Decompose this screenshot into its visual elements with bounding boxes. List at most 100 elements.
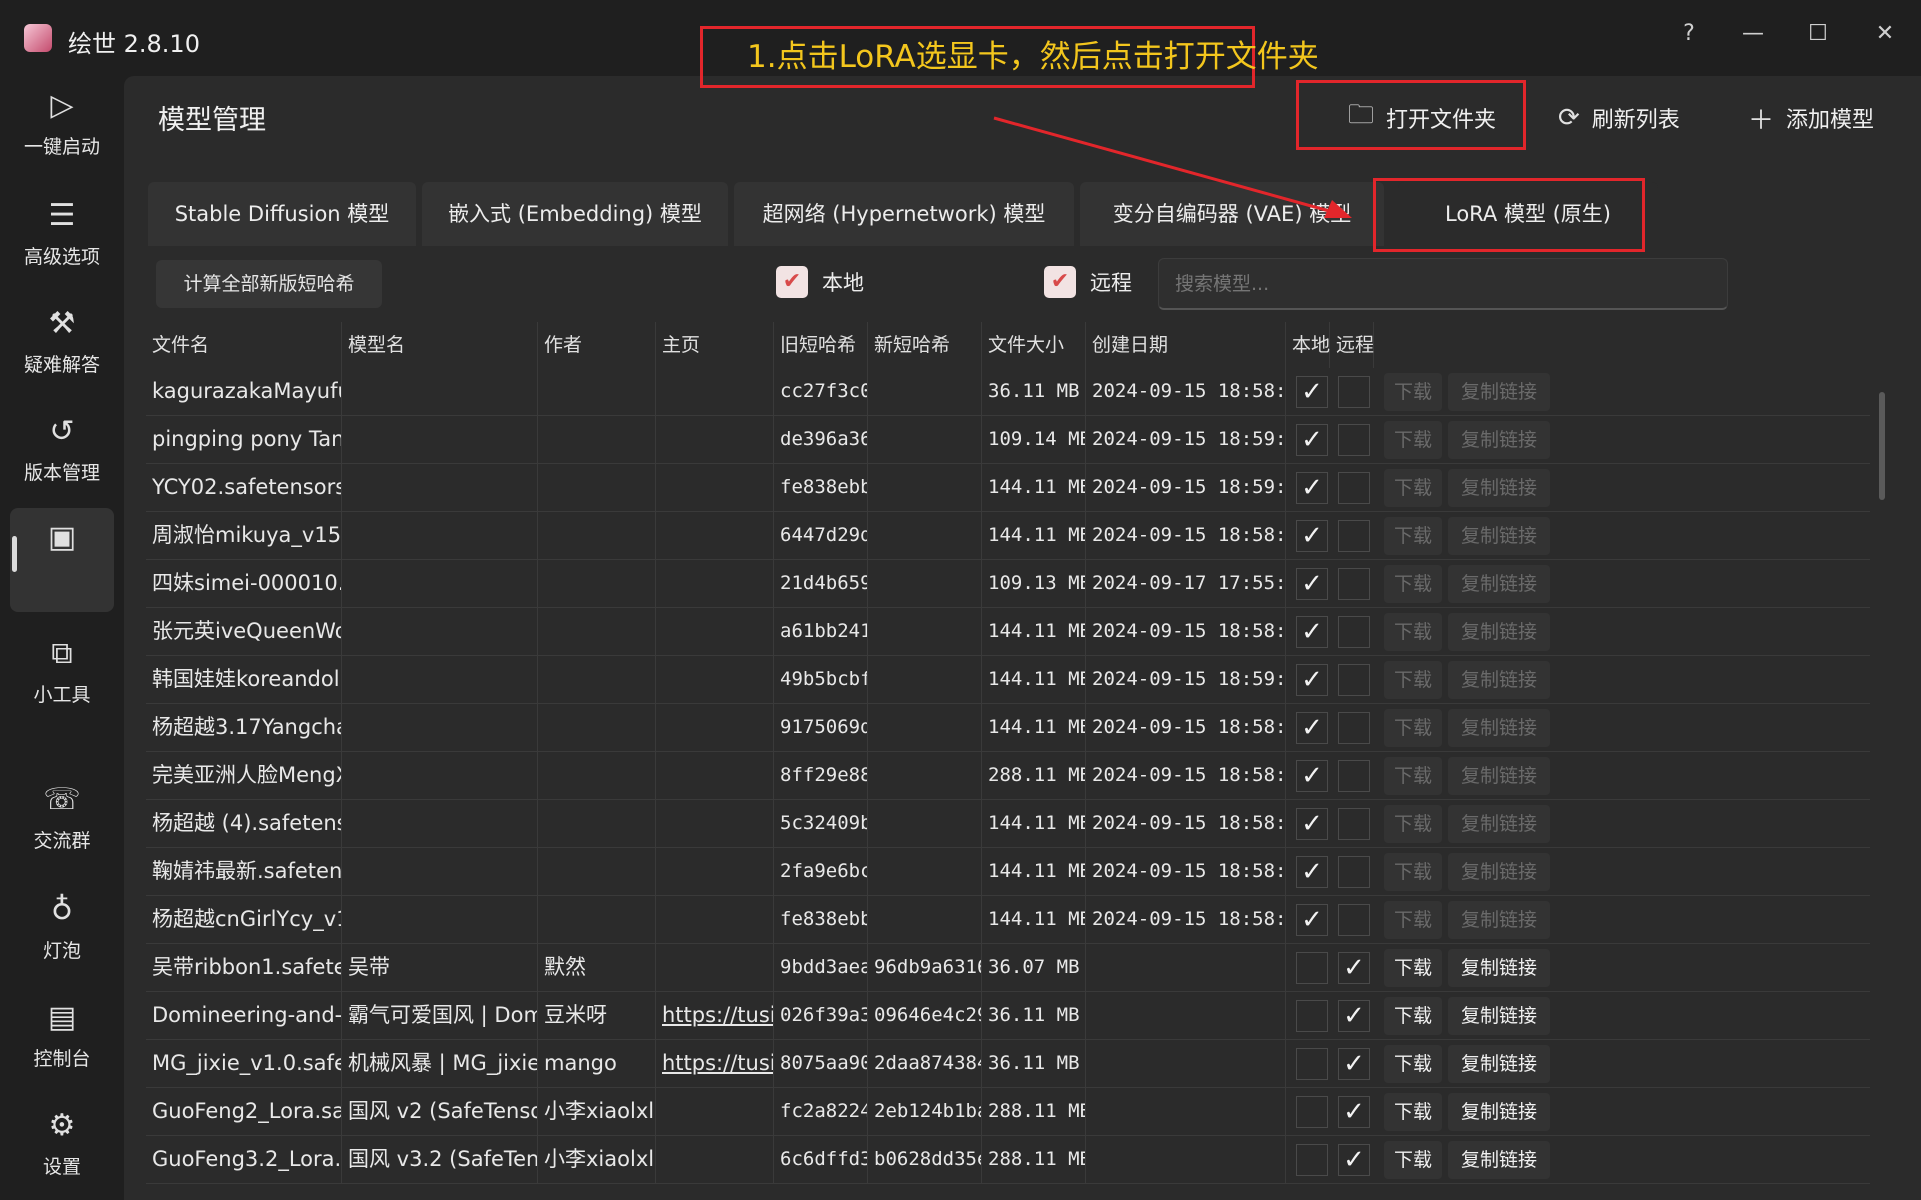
column-header-model[interactable]: 模型名 — [342, 322, 538, 368]
tab-hypernetwork[interactable]: 超网络 (Hypernetwork) 模型 — [734, 182, 1074, 246]
tab-stable-diffusion[interactable]: Stable Diffusion 模型 — [148, 182, 416, 246]
local-checkbox[interactable]: ✓ — [1296, 424, 1328, 456]
remote-checkbox[interactable] — [1338, 424, 1370, 456]
local-checkbox[interactable]: ✓ — [1296, 760, 1328, 792]
local-checkbox[interactable]: ✓ — [1296, 520, 1328, 552]
remote-checkbox[interactable] — [1338, 904, 1370, 936]
checkmark-icon[interactable]: ✔ — [1044, 266, 1076, 298]
sidebar-item-3[interactable]: ⚒ 疑难解答 — [10, 294, 114, 398]
local-checkbox[interactable]: ✓ — [1296, 376, 1328, 408]
download-button[interactable]: 下载 — [1384, 613, 1442, 651]
cell-home[interactable]: https://tusiar — [656, 1040, 774, 1087]
copy-link-button[interactable]: 复制链接 — [1448, 997, 1550, 1035]
download-button[interactable]: 下载 — [1384, 661, 1442, 699]
sidebar-item-1[interactable]: ▷ 一键启动 — [10, 76, 114, 180]
sidebar-item-5[interactable]: ▣ — [10, 508, 114, 612]
sidebar-item-2[interactable]: ☰ 高级选项 — [10, 186, 114, 290]
maximize-button[interactable]: ☐ — [1795, 14, 1841, 54]
remote-checkbox[interactable]: ✓ — [1338, 952, 1370, 984]
download-button[interactable]: 下载 — [1384, 1093, 1442, 1131]
remote-checkbox[interactable] — [1338, 712, 1370, 744]
copy-link-button[interactable]: 复制链接 — [1448, 565, 1550, 603]
local-checkbox[interactable]: ✓ — [1296, 904, 1328, 936]
table-row[interactable]: 四妹simei-000010.safet 21d4b659 109.13 MB202… — [146, 560, 1870, 608]
column-header-file[interactable]: 文件名 — [146, 322, 342, 368]
table-scrollbar[interactable] — [1879, 392, 1885, 500]
refresh-button[interactable]: ⟳ 刷新列表 — [1544, 88, 1694, 148]
remote-checkbox[interactable] — [1338, 808, 1370, 840]
remote-checkbox[interactable]: ✓ — [1338, 1000, 1370, 1032]
table-row[interactable]: 韩国娃娃koreandollliker 49b5bcbf 144.11 MB2024… — [146, 656, 1870, 704]
download-button[interactable]: 下载 — [1384, 1045, 1442, 1083]
column-header-size[interactable]: 文件大小 — [982, 322, 1086, 368]
column-header-local[interactable]: 本地 — [1286, 322, 1330, 368]
download-button[interactable]: 下载 — [1384, 757, 1442, 795]
table-row[interactable]: 杨超越 (4).safetensors 5c32409b 144.11 MB2024… — [146, 800, 1870, 848]
download-button[interactable]: 下载 — [1384, 853, 1442, 891]
table-row[interactable]: 周淑怡mikuya_v15.safet 6447d29d 144.11 MB2024… — [146, 512, 1870, 560]
copy-link-button[interactable]: 复制链接 — [1448, 1093, 1550, 1131]
remote-checkbox[interactable]: ✓ — [1338, 1048, 1370, 1080]
download-button[interactable]: 下载 — [1384, 949, 1442, 987]
table-row[interactable]: pingping pony Tanger.s de396a36 109.14 MB2… — [146, 416, 1870, 464]
local-checkbox[interactable]: ✓ — [1296, 472, 1328, 504]
local-checkbox[interactable] — [1296, 1000, 1328, 1032]
copy-link-button[interactable]: 复制链接 — [1448, 421, 1550, 459]
table-row[interactable]: 杨超越3.17Yangchaoyu 9175069d 144.11 MB2024-0… — [146, 704, 1870, 752]
download-button[interactable]: 下载 — [1384, 565, 1442, 603]
copy-link-button[interactable]: 复制链接 — [1448, 805, 1550, 843]
local-checkbox[interactable]: ✓ — [1296, 616, 1328, 648]
local-filter[interactable]: ✔ 本地 — [776, 266, 864, 298]
table-row[interactable]: Domineering-and-cute霸气可爱国风 | Dominee豆米呀h… — [146, 992, 1870, 1040]
copy-link-button[interactable]: 复制链接 — [1448, 469, 1550, 507]
remote-checkbox[interactable] — [1338, 760, 1370, 792]
remote-checkbox[interactable] — [1338, 568, 1370, 600]
download-button[interactable]: 下载 — [1384, 421, 1442, 459]
remote-checkbox[interactable]: ✓ — [1338, 1096, 1370, 1128]
sidebar-item-8[interactable]: ♁ 灯泡 — [10, 880, 114, 984]
copy-link-button[interactable]: 复制链接 — [1448, 661, 1550, 699]
copy-link-button[interactable]: 复制链接 — [1448, 853, 1550, 891]
remote-filter[interactable]: ✔ 远程 — [1044, 266, 1132, 298]
column-header-author[interactable]: 作者 — [538, 322, 656, 368]
table-row[interactable]: 完美亚洲人脸MengX gir 8ff29e88 288.11 MB2024-09-… — [146, 752, 1870, 800]
sidebar-item-10[interactable]: ⚙ 设置 — [10, 1096, 114, 1200]
local-checkbox[interactable] — [1296, 1096, 1328, 1128]
sidebar-item-7[interactable]: ☏ 交流群 — [10, 770, 114, 874]
remote-checkbox[interactable] — [1338, 472, 1370, 504]
copy-link-button[interactable]: 复制链接 — [1448, 373, 1550, 411]
cell-home[interactable]: https://tusiar — [656, 992, 774, 1039]
column-header-new-hash[interactable]: 新短哈希 — [868, 322, 982, 368]
calc-hash-button[interactable]: 计算全部新版短哈希 — [156, 260, 382, 308]
local-checkbox[interactable] — [1296, 952, 1328, 984]
tab-embedding[interactable]: 嵌入式 (Embedding) 模型 — [422, 182, 728, 246]
local-checkbox[interactable]: ✓ — [1296, 808, 1328, 840]
table-row[interactable]: 吴带ribbon1.safetensor吴带默然 9bdd3aea96db9a63… — [146, 944, 1870, 992]
copy-link-button[interactable]: 复制链接 — [1448, 1141, 1550, 1179]
local-checkbox[interactable]: ✓ — [1296, 856, 1328, 888]
copy-link-button[interactable]: 复制链接 — [1448, 1045, 1550, 1083]
copy-link-button[interactable]: 复制链接 — [1448, 517, 1550, 555]
sidebar-item-4[interactable]: ↺ 版本管理 — [10, 402, 114, 506]
table-row[interactable]: GuoFeng3.2_Lora.safet国风 v3.2 (SafeTensor… — [146, 1136, 1870, 1184]
local-checkbox[interactable] — [1296, 1048, 1328, 1080]
download-button[interactable]: 下载 — [1384, 901, 1442, 939]
checkmark-icon[interactable]: ✔ — [776, 266, 808, 298]
table-row[interactable]: 张元英iveQueenWonyo a61bb241 144.11 MB2024-09… — [146, 608, 1870, 656]
close-button[interactable]: ✕ — [1862, 14, 1908, 54]
remote-checkbox[interactable] — [1338, 520, 1370, 552]
download-button[interactable]: 下载 — [1384, 805, 1442, 843]
table-row[interactable]: MG_jixie_v1.0.safetensc机械风暴 | MG_jixie-V… — [146, 1040, 1870, 1088]
copy-link-button[interactable]: 复制链接 — [1448, 949, 1550, 987]
table-row[interactable]: 杨超越cnGirlYcy_v10.saf fe838ebb 144.11 MB202… — [146, 896, 1870, 944]
sidebar-item-6[interactable]: ⧉ 小工具 — [10, 624, 114, 728]
remote-checkbox[interactable] — [1338, 376, 1370, 408]
copy-link-button[interactable]: 复制链接 — [1448, 757, 1550, 795]
column-header-date[interactable]: 创建日期 — [1086, 322, 1286, 368]
table-row[interactable]: 鞠婧祎最新.safetensors 2fa9e6bc 144.11 MB2024-0… — [146, 848, 1870, 896]
sidebar-item-9[interactable]: ▤ 控制台 — [10, 988, 114, 1092]
download-button[interactable]: 下载 — [1384, 997, 1442, 1035]
download-button[interactable]: 下载 — [1384, 1141, 1442, 1179]
copy-link-button[interactable]: 复制链接 — [1448, 901, 1550, 939]
copy-link-button[interactable]: 复制链接 — [1448, 709, 1550, 747]
